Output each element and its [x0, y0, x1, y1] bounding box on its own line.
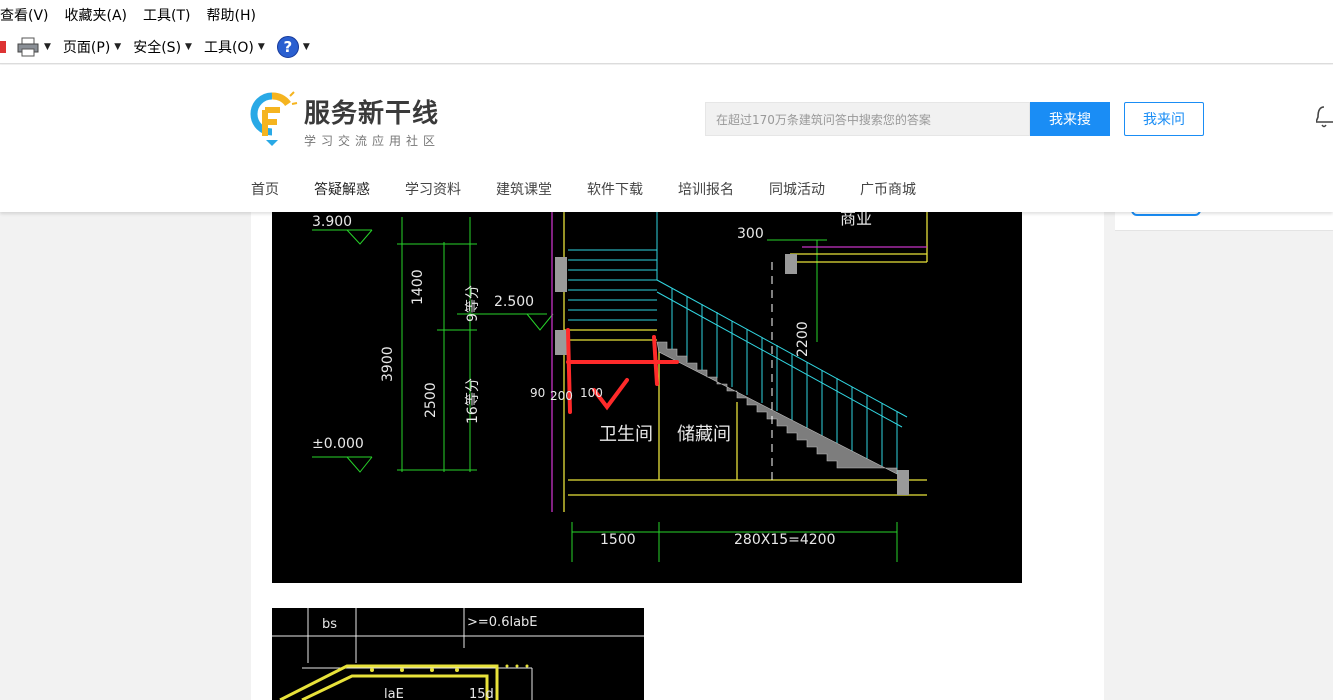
tools-menu-button[interactable]: 工具(O) ▼	[204, 37, 265, 57]
dim-2500-label: 2500	[423, 382, 439, 418]
dim-steps-label: 280X15=4200	[734, 532, 836, 548]
dim-200-label: 200	[550, 389, 573, 403]
detail-anchor-label: >=0.6labE	[467, 615, 538, 630]
dim-1400-label: 1400	[410, 269, 426, 305]
elevation-mid-label: 2.500	[494, 294, 534, 310]
dim-9-parts-label: 9等分	[464, 285, 481, 322]
detail-lae-label: laE	[384, 687, 404, 700]
print-button[interactable]: ▼	[16, 37, 51, 57]
nav-software-download[interactable]: 软件下载	[587, 179, 643, 199]
chevron-down-icon: ▼	[302, 41, 310, 52]
right-sidebar	[1115, 212, 1333, 231]
chevron-down-icon: ▼	[114, 41, 122, 52]
detail-bs-label: bs	[322, 617, 337, 632]
staircase-section-drawing: 3.900 2.500 ±0.000 1400 9等分 3900 2500 16…	[272, 212, 1022, 583]
reinforcement-detail-drawing: bs >=0.6labE laE 15d	[272, 608, 644, 700]
help-menu-button[interactable]: ? ▼	[276, 35, 310, 58]
menu-tools[interactable]: 工具(T)	[135, 5, 198, 25]
dim-16-parts-label: 16等分	[464, 378, 481, 424]
nav-local-events[interactable]: 同城活动	[769, 179, 825, 199]
nav-training-signup[interactable]: 培训报名	[678, 179, 734, 199]
logo-title: 服务新干线	[304, 99, 440, 129]
site-logo[interactable]: 服务新干线 学习交流应用社区	[250, 90, 440, 152]
sidebar-button[interactable]	[1131, 212, 1201, 216]
menu-help[interactable]: 帮助(H)	[199, 5, 264, 25]
dim-300-label: 300	[737, 226, 764, 242]
nav-coin-mall[interactable]: 广币商城	[860, 179, 916, 199]
elevation-top-label: 3.900	[312, 214, 352, 230]
dim-2200-label: 2200	[795, 321, 811, 357]
dim-90-label: 90	[530, 386, 545, 400]
mail-icon[interactable]	[0, 40, 6, 53]
detail-15d-label: 15d	[469, 687, 494, 700]
logo-subtitle: 学习交流应用社区	[304, 134, 441, 148]
menu-favorites[interactable]: 收藏夹(A)	[57, 5, 136, 25]
room-storage-label: 储藏间	[677, 424, 731, 445]
nav-home[interactable]: 首页	[251, 179, 279, 199]
nav-qa[interactable]: 答疑解惑	[314, 179, 370, 199]
room-shop-label: 商业	[840, 212, 872, 228]
menu-view[interactable]: 查看(V)	[0, 5, 57, 25]
room-bathroom-label: 卫生间	[599, 424, 653, 445]
chevron-down-icon[interactable]: ▼	[44, 42, 51, 52]
ask-question-button[interactable]: 我来问	[1124, 102, 1204, 136]
page-menu-label: 页面(P)	[62, 39, 111, 56]
nav-learning-materials[interactable]: 学习资料	[405, 179, 461, 199]
printer-icon	[17, 37, 39, 56]
lightbulb-logo-icon	[250, 91, 298, 146]
dim-100-label: 100	[580, 386, 603, 400]
safety-menu-label: 安全(S)	[133, 39, 182, 56]
page-menu-button[interactable]: 页面(P) ▼	[63, 37, 121, 57]
main-nav: 首页 答疑解惑 学习资料 建筑课堂 软件下载 培训报名 同城活动 广币商城	[251, 179, 951, 199]
search-button[interactable]: 我来搜	[1030, 102, 1110, 136]
help-icon: ?	[276, 35, 299, 58]
chevron-down-icon: ▼	[257, 41, 265, 52]
dim-1500-label: 1500	[600, 532, 636, 548]
command-bar: ▼ 页面(P) ▼ 安全(S) ▼ 工具(O) ▼ ? ▼	[0, 30, 1333, 64]
chevron-down-icon: ▼	[185, 41, 192, 52]
menu-bar: 查看(V) 收藏夹(A) 工具(T) 帮助(H)	[0, 0, 1333, 30]
site-header: 服务新干线 学习交流应用社区 在超过170万条建筑问答中搜索您的答案 我来搜 我…	[0, 65, 1333, 212]
bell-icon[interactable]	[1316, 105, 1333, 129]
safety-menu-button[interactable]: 安全(S) ▼	[133, 37, 192, 57]
elevation-zero-label: ±0.000	[312, 436, 364, 452]
tools-menu-label: 工具(O)	[203, 39, 254, 56]
nav-building-class[interactable]: 建筑课堂	[496, 179, 552, 199]
search-input[interactable]: 在超过170万条建筑问答中搜索您的答案	[705, 102, 1030, 136]
dim-3900-label: 3900	[380, 346, 396, 382]
